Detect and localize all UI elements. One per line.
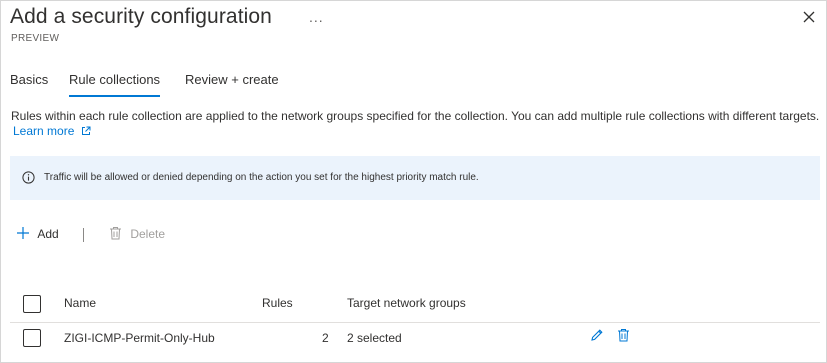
rules-count: 2: [322, 331, 329, 345]
external-link-icon: [81, 126, 91, 135]
delete-row-button[interactable]: [617, 328, 630, 347]
target-network-groups-value: 2 selected: [347, 331, 402, 345]
description-text: Rules within each rule collection are ap…: [11, 109, 820, 123]
grid-header: Name Rules Target network groups: [10, 288, 820, 323]
close-button[interactable]: [802, 10, 816, 24]
rule-collection-name-link[interactable]: ZIGI-ICMP-Permit-Only-Hub: [64, 331, 215, 345]
edit-button[interactable]: [590, 328, 604, 347]
row-select-checkbox[interactable]: [23, 329, 41, 347]
column-header-rules[interactable]: Rules: [262, 296, 293, 310]
info-icon: [22, 171, 35, 184]
trash-icon: [110, 227, 121, 240]
delete-button[interactable]: Delete: [109, 226, 165, 241]
add-button-label: Add: [37, 227, 59, 241]
tab-basics[interactable]: Basics: [10, 72, 48, 87]
blade-subtitle: PREVIEW: [11, 33, 60, 44]
more-options-button[interactable]: ...: [309, 9, 324, 25]
edit-pencil-icon: [591, 329, 603, 341]
table-row: ZIGI-ICMP-Permit-Only-Hub 2 2 selected: [10, 323, 820, 351]
select-all-checkbox[interactable]: [23, 295, 41, 313]
column-header-name[interactable]: Name: [64, 296, 96, 310]
tab-rule-collections[interactable]: Rule collections: [69, 72, 161, 97]
tab-review-create[interactable]: Review + create: [185, 72, 279, 87]
learn-more-label: Learn more: [13, 124, 75, 138]
trash-icon: [618, 329, 629, 342]
close-icon: [803, 11, 815, 23]
info-banner: Traffic will be allowed or denied depend…: [10, 156, 820, 200]
toolbar-separator: [83, 228, 84, 242]
blade-title: Add a security configuration: [10, 5, 272, 28]
add-button[interactable]: Add: [16, 226, 59, 241]
learn-more-link[interactable]: Learn more: [13, 124, 91, 138]
column-header-target-network-groups[interactable]: Target network groups: [347, 296, 466, 310]
delete-button-label: Delete: [130, 227, 166, 241]
info-banner-text: Traffic will be allowed or denied depend…: [44, 172, 479, 183]
add-icon: [17, 227, 29, 239]
